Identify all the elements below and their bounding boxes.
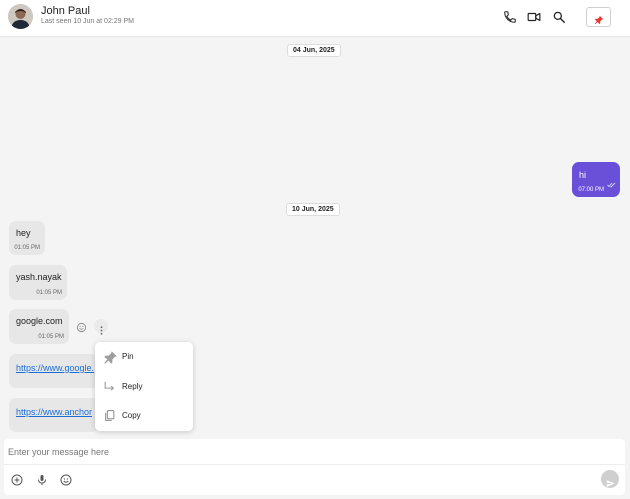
message-bubble-incoming[interactable]: google.com 01:05 PM bbox=[9, 309, 69, 344]
chat-header: John Paul Last seen 10 Jun at 02:29 PM bbox=[0, 0, 630, 37]
search-icon[interactable] bbox=[552, 10, 566, 24]
date-separator: 04 Jun, 2025 bbox=[287, 44, 341, 57]
pin-icon bbox=[594, 12, 604, 25]
message-time: 01:05 PM bbox=[36, 290, 62, 296]
message-link[interactable]: https://www.google. bbox=[16, 363, 94, 373]
message-time: 01:05 PM bbox=[14, 245, 40, 251]
last-seen-status: Last seen 10 Jun at 02:29 PM bbox=[41, 18, 135, 25]
menu-item-label: Copy bbox=[122, 411, 141, 420]
mic-icon[interactable] bbox=[36, 473, 48, 485]
video-icon[interactable] bbox=[527, 10, 541, 24]
read-receipt-icon bbox=[607, 175, 616, 193]
emoji-icon[interactable] bbox=[60, 473, 72, 486]
date-separator: 10 Jun, 2025 bbox=[286, 203, 340, 216]
message-link[interactable]: https://www.anchor bbox=[16, 407, 92, 417]
send-button[interactable] bbox=[601, 470, 619, 488]
add-icon[interactable] bbox=[11, 473, 23, 486]
menu-item-label: Reply bbox=[122, 382, 143, 391]
message-text: google.com bbox=[16, 316, 63, 326]
menu-item-pin[interactable]: Pin bbox=[95, 344, 193, 370]
message-bubble-incoming[interactable]: https://www.anchor bbox=[9, 398, 99, 432]
pin-icon bbox=[103, 350, 117, 364]
message-text: hey bbox=[16, 228, 31, 238]
contact-name[interactable]: John Paul bbox=[41, 5, 90, 17]
message-bubble-incoming[interactable]: yash.nayak 01:05 PM bbox=[9, 265, 67, 300]
copy-icon bbox=[103, 409, 116, 422]
message-time: 07:00 PM bbox=[578, 187, 604, 193]
phone-icon[interactable] bbox=[503, 10, 517, 24]
message-context-menu: Pin Reply Copy bbox=[95, 342, 193, 431]
message-text: yash.nayak bbox=[16, 272, 62, 282]
message-text: hi bbox=[579, 170, 587, 180]
message-composer bbox=[4, 439, 625, 495]
message-input[interactable] bbox=[8, 443, 608, 461]
message-options-button[interactable] bbox=[94, 319, 108, 335]
reply-icon bbox=[103, 380, 116, 393]
menu-item-label: Pin bbox=[122, 352, 134, 361]
composer-divider bbox=[4, 464, 625, 465]
add-reaction-icon[interactable] bbox=[76, 320, 87, 333]
avatar[interactable] bbox=[8, 4, 33, 29]
message-bubble-incoming[interactable]: https://www.google. bbox=[9, 354, 99, 388]
menu-item-reply[interactable]: Reply bbox=[95, 374, 193, 400]
message-bubble-incoming[interactable]: hey 01:05 PM bbox=[9, 221, 45, 255]
more-vertical-icon bbox=[100, 322, 103, 335]
send-icon bbox=[606, 475, 615, 487]
message-bubble-outgoing[interactable]: hi 07:00 PM bbox=[572, 162, 620, 197]
menu-item-copy[interactable]: Copy bbox=[95, 403, 193, 429]
pinned-messages-button[interactable] bbox=[586, 7, 611, 27]
message-time: 01:05 PM bbox=[38, 334, 64, 340]
